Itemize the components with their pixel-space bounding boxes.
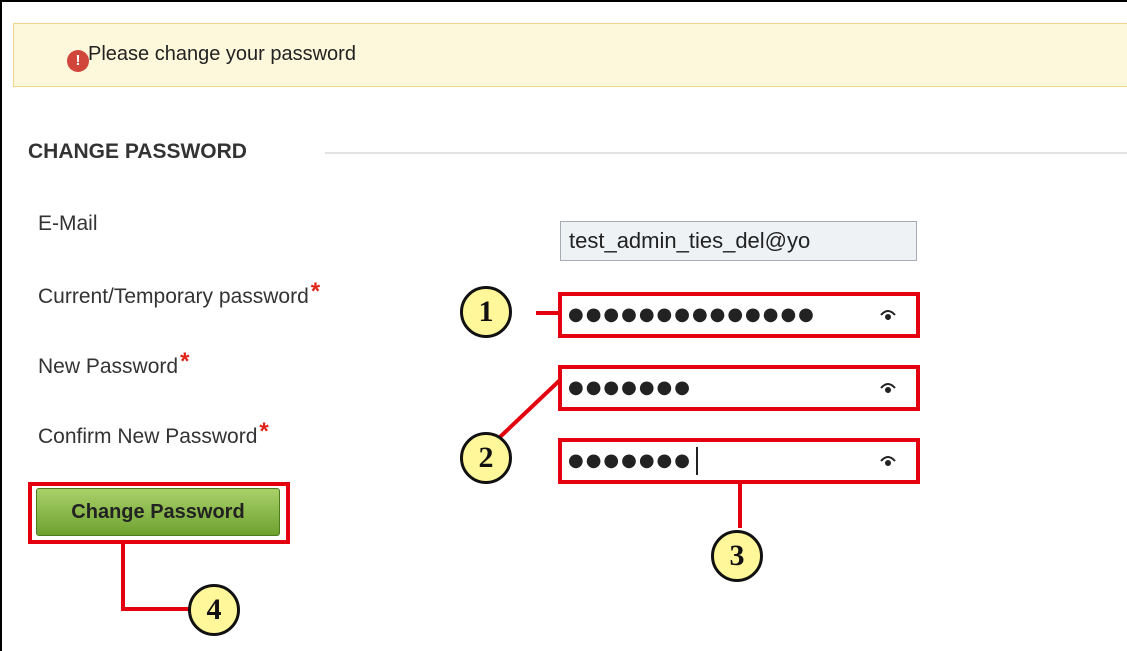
screenshot-border-left [0, 0, 2, 651]
password-mask: ●●●●●●●●●●●●●● [568, 304, 816, 325]
new-password-label: New Password* [38, 348, 190, 378]
alert-message: Please change your password [88, 43, 356, 65]
callout-connector-4a [121, 544, 125, 610]
show-password-eye-icon[interactable] [880, 454, 896, 468]
confirm-password-label: Confirm New Password* [38, 418, 269, 448]
screenshot-border-top [0, 0, 1127, 2]
callout-connector-3 [738, 484, 742, 528]
callout-connector-1 [536, 311, 560, 315]
show-password-eye-icon[interactable] [880, 381, 896, 395]
callout-connector-2 [498, 378, 562, 439]
current-password-label: Current/Temporary password* [38, 278, 321, 308]
callout-badge-3: 3 [711, 530, 763, 582]
email-field: test_admin_ties_del@yo [560, 221, 917, 261]
section-divider [325, 152, 1127, 154]
error-icon: ! [67, 50, 89, 72]
callout-badge-1: 1 [460, 286, 512, 338]
required-mark: * [180, 348, 190, 375]
callout-connector-4b [121, 607, 189, 611]
confirm-password-input[interactable]: ●●●●●●● [558, 438, 920, 484]
text-cursor [696, 447, 698, 475]
show-password-eye-icon[interactable] [880, 308, 896, 322]
required-mark: * [259, 418, 269, 445]
password-mask: ●●●●●●● [568, 377, 692, 398]
section-title: CHANGE PASSWORD [28, 140, 247, 163]
callout-badge-4: 4 [188, 584, 240, 636]
callout-badge-2: 2 [460, 432, 512, 484]
email-label: E-Mail [38, 212, 98, 235]
required-mark: * [310, 278, 321, 305]
current-password-input[interactable]: ●●●●●●●●●●●●●● [558, 292, 920, 338]
password-mask: ●●●●●●● [568, 450, 692, 471]
change-password-button[interactable]: Change Password [36, 488, 280, 536]
new-password-input[interactable]: ●●●●●●● [558, 365, 920, 411]
